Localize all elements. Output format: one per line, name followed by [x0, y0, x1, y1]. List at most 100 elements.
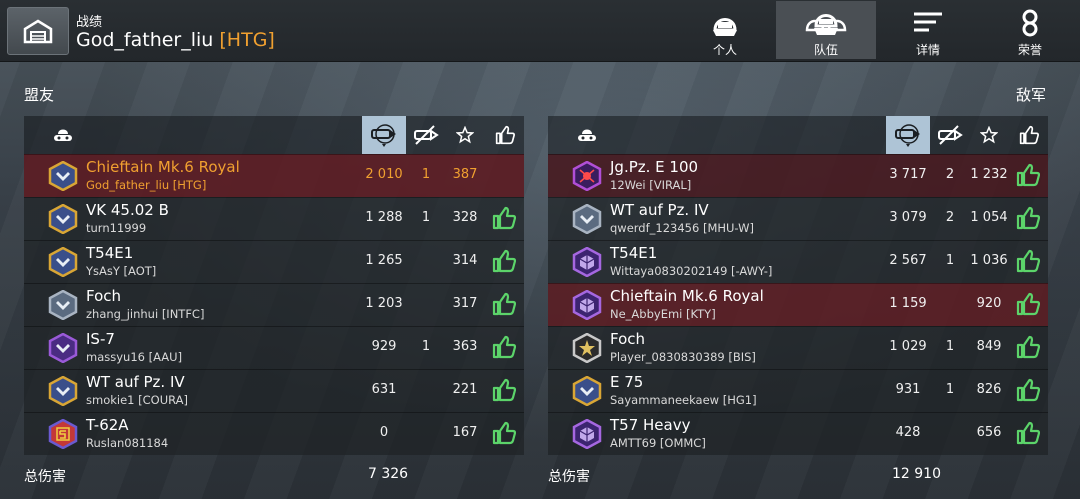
damage-value: 929	[371, 339, 397, 354]
header-label: 战绩	[76, 15, 103, 30]
tank-name: E 75	[610, 373, 644, 391]
tank-name: WT auf Pz. IV	[610, 201, 709, 219]
tab-details[interactable]: 详情	[903, 1, 953, 59]
tank-name: Jg.Pz. E 100	[610, 158, 699, 176]
player-name: Sayammaneekaew [HG1]	[610, 393, 757, 407]
allies-total-damage: 7 326	[368, 466, 409, 482]
like-thumbs-up-icon[interactable]	[492, 206, 518, 232]
player-name: Player_0830830389 [BIS]	[610, 350, 756, 364]
allies-col-tank[interactable]	[48, 116, 78, 154]
tank-icon	[578, 129, 596, 141]
mastery-badge-icon	[48, 203, 78, 235]
kills-value: 1	[945, 339, 955, 354]
allies-row[interactable]: IS-7 massyu16 [AAU] 929 1 363	[24, 326, 524, 369]
enemies-col-kills[interactable]	[932, 116, 966, 154]
enemies-row[interactable]: WT auf Pz. IV qwerdf_123456 [MHU-W] 3 079 2…	[548, 197, 1048, 240]
kills-value: 1	[421, 210, 431, 225]
damage-value: 0	[379, 425, 389, 440]
medal-icon	[1022, 9, 1038, 37]
kills-crossed-shell-icon	[938, 125, 963, 145]
personal-helmet-icon	[713, 18, 737, 36]
damage-value: 1 159	[889, 296, 927, 311]
star-icon	[980, 126, 998, 144]
mastery-badge-icon	[48, 375, 78, 407]
like-thumbs-up-icon[interactable]	[492, 163, 518, 189]
kills-value: 1	[421, 167, 431, 182]
allies-row[interactable]: Foch zhang_jinhui [INTFC] 1 203 317	[24, 283, 524, 326]
garage-back-button[interactable]	[7, 7, 69, 55]
header-bar: 战绩 God_father_liu [HTG] 个人 队伍 详情 荣誉	[0, 0, 1080, 62]
damage-value: 2 010	[365, 167, 403, 182]
player-clan-tag: [HTG]	[219, 29, 275, 51]
like-thumbs-up-icon[interactable]	[492, 335, 518, 361]
enemies-col-xp[interactable]	[976, 116, 1002, 154]
damage-value: 3 717	[889, 167, 927, 182]
star-icon	[456, 126, 474, 144]
enemies-row[interactable]: T57 Heavy AMTT69 [OMMC] 428 656	[548, 412, 1048, 455]
player-name: turn11999	[86, 221, 147, 235]
mastery-badge-icon	[572, 418, 602, 450]
allies-row[interactable]: WT auf Pz. IV smokie1 [COURA] 631 221	[24, 369, 524, 412]
allies-row[interactable]: T54E1 YsAsY [AOT] 1 265 314	[24, 240, 524, 283]
allies-row[interactable]: Chieftain Mk.6 Royal God_father_liu [HTG]…	[24, 154, 524, 197]
allies-column-header	[24, 116, 524, 154]
mastery-badge-icon	[48, 332, 78, 364]
tab-honors[interactable]: 荣誉	[1005, 1, 1055, 59]
enemies-row[interactable]: T54E1 Wittaya0830202149 [-AWY-] 2 567 1 1 03…	[548, 240, 1048, 283]
like-thumbs-up-icon[interactable]	[492, 378, 518, 404]
like-thumbs-up-icon[interactable]	[492, 421, 518, 447]
damage-value: 3 079	[889, 210, 927, 225]
player-name: 12Wei [VIRAL]	[610, 178, 692, 192]
details-lines-icon	[914, 12, 942, 32]
allies-rows: Chieftain Mk.6 Royal God_father_liu [HTG]…	[24, 154, 524, 455]
like-thumbs-up-icon[interactable]	[492, 249, 518, 275]
tab-honors-label: 荣誉	[1017, 43, 1042, 57]
kills-crossed-shell-icon	[414, 125, 439, 145]
kills-value: 1	[945, 253, 955, 268]
damage-value: 1 203	[365, 296, 403, 311]
like-thumbs-up-icon[interactable]	[492, 292, 518, 318]
tab-personal-label: 个人	[712, 43, 737, 57]
allies-col-like[interactable]	[492, 116, 518, 154]
player-name: Wittaya0830202149 [-AWY-]	[610, 264, 773, 278]
enemies-col-like[interactable]	[1016, 116, 1042, 154]
allies-row[interactable]: T-62A Ruslan081184 0 167	[24, 412, 524, 455]
player-name: God_father_liu [HTG]	[86, 178, 207, 192]
xp-value: 1 054	[970, 210, 1008, 225]
like-thumbs-up-icon[interactable]	[1016, 206, 1042, 232]
like-thumbs-up-icon[interactable]	[1016, 378, 1042, 404]
xp-value: 1 232	[970, 167, 1008, 182]
like-thumbs-up-icon[interactable]	[1016, 292, 1042, 318]
mastery-badge-icon	[48, 418, 78, 450]
allies-col-damage[interactable]	[362, 116, 406, 154]
enemies-table: Jg.Pz. E 100 12Wei [VIRAL] 3 717 2 1 232 WT …	[548, 116, 1048, 455]
damage-value: 631	[371, 382, 397, 397]
like-thumbs-up-icon[interactable]	[1016, 249, 1042, 275]
damage-value: 931	[895, 382, 921, 397]
allies-title: 盟友	[24, 86, 55, 104]
player-name: Ruslan081184	[86, 436, 169, 450]
tab-team[interactable]: 队伍	[776, 1, 876, 59]
xp-value: 221	[452, 382, 478, 397]
allies-col-kills[interactable]	[408, 116, 442, 154]
enemies-row[interactable]: E 75 Sayammaneekaew [HG1] 931 1 826	[548, 369, 1048, 412]
allies-row[interactable]: VK 45.02 B turn11999 1 288 1 328	[24, 197, 524, 240]
tank-name: T-62A	[86, 416, 129, 434]
xp-value: 826	[976, 382, 1002, 397]
mastery-badge-icon	[572, 332, 602, 364]
tank-name: T54E1	[610, 244, 658, 262]
enemies-row[interactable]: Chieftain Mk.6 Royal Ne_AbbyEmi [KTY] 1 15…	[548, 283, 1048, 326]
like-thumbs-up-icon[interactable]	[1016, 163, 1042, 189]
tab-personal[interactable]: 个人	[700, 1, 750, 59]
damage-value: 1 265	[365, 253, 403, 268]
enemies-row[interactable]: Jg.Pz. E 100 12Wei [VIRAL] 3 717 2 1 232	[548, 154, 1048, 197]
enemies-col-tank[interactable]	[572, 116, 602, 154]
like-thumbs-up-icon[interactable]	[1016, 335, 1042, 361]
xp-value: 920	[976, 296, 1002, 311]
enemies-col-damage[interactable]	[886, 116, 930, 154]
kills-value: 2	[945, 210, 955, 225]
enemies-row[interactable]: Foch Player_0830830389 [BIS] 1 029 1 849	[548, 326, 1048, 369]
damage-shell-icon	[895, 124, 920, 147]
like-thumbs-up-icon[interactable]	[1016, 421, 1042, 447]
allies-col-xp[interactable]	[452, 116, 478, 154]
